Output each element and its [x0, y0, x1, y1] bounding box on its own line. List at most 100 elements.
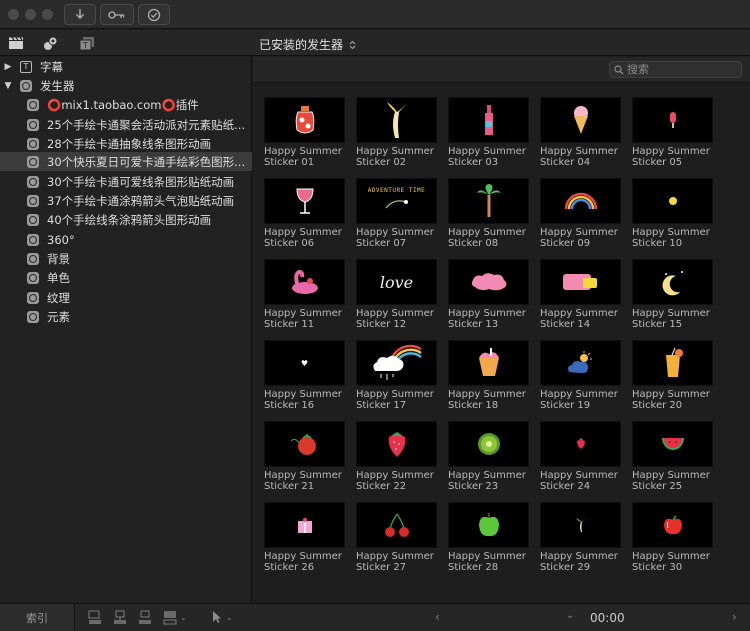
- sticker-tile-12[interactable]: love Happy Summer Sticker 12: [356, 259, 437, 332]
- sticker-tile-16[interactable]: ♥ Happy Summer Sticker 16: [264, 340, 345, 413]
- disclosure-down-icon[interactable]: ▼: [3, 81, 13, 91]
- bottom-bar: 索引 ⌄ ⌄ ‹ ⌄ 00:00 ›: [0, 603, 750, 631]
- titles-stack-icon: T: [79, 36, 94, 50]
- insert-clip-icon[interactable]: [113, 610, 127, 626]
- zoom-window-button[interactable]: [42, 9, 53, 20]
- import-button[interactable]: [64, 4, 96, 25]
- close-window-button[interactable]: [8, 9, 19, 20]
- minimize-window-button[interactable]: [25, 9, 36, 20]
- sticker-caption: Happy Summer Sticker 08: [448, 227, 526, 249]
- sticker-tile-14[interactable]: Happy Summer Sticker 14: [540, 259, 621, 332]
- sticker-tile-07[interactable]: ADVENTURE TIME Happy Summer Sticker 07: [356, 178, 437, 251]
- generator-icon: [27, 291, 39, 304]
- sticker-thumbnail: [356, 421, 437, 467]
- sticker-tile-02[interactable]: Happy Summer Sticker 02: [356, 97, 437, 170]
- sticker-tile-23[interactable]: Happy Summer Sticker 23: [448, 421, 529, 494]
- sticker-tile-20[interactable]: Happy Summer Sticker 20: [632, 340, 713, 413]
- chevron-down-icon[interactable]: ⌄: [180, 613, 187, 622]
- sticker-tile-13[interactable]: Happy Summer Sticker 13: [448, 259, 529, 332]
- sticker-tile-06[interactable]: Happy Summer Sticker 06: [264, 178, 345, 251]
- gift-box-icon: [297, 518, 312, 533]
- sticker-tile-11[interactable]: Happy Summer Sticker 11: [264, 259, 345, 332]
- sticker-caption: Happy Summer Sticker 27: [356, 551, 434, 573]
- sticker-thumbnail: [448, 97, 529, 143]
- sticker-thumbnail: [540, 259, 621, 305]
- search-input[interactable]: [627, 63, 737, 76]
- sticker-tile-05[interactable]: Happy Summer Sticker 05: [632, 97, 713, 170]
- titles-generators-button[interactable]: T: [78, 35, 96, 51]
- sticker-tile-22[interactable]: Happy Summer Sticker 22: [356, 421, 437, 494]
- sticker-thumbnail: [632, 259, 713, 305]
- sticker-tile-04[interactable]: Happy Summer Sticker 04: [540, 97, 621, 170]
- sidebar-item-textures[interactable]: 纹理: [0, 288, 252, 307]
- sticker-thumbnail: [264, 259, 345, 305]
- generator-browser: Happy SummerSticker 01 Happy SummerStick…: [253, 57, 750, 603]
- sidebar-item-plugin[interactable]: ⭕mix1.taobao.com⭕插件: [0, 95, 252, 114]
- sticker-tile-03[interactable]: Happy Summer Sticker 03: [448, 97, 529, 170]
- background-tasks-button[interactable]: [138, 4, 170, 25]
- sidebar-item-party-stickers[interactable]: 25个手绘卡通聚会活动派对元素贴纸...: [0, 115, 252, 134]
- sticker-tile-24[interactable]: Happy Summer Sticker 24: [540, 421, 621, 494]
- forward-chevron-icon[interactable]: ›: [732, 610, 737, 624]
- sticker-tile-10[interactable]: Happy Summer Sticker 10: [632, 178, 713, 251]
- overwrite-clip-icon[interactable]: [163, 610, 177, 626]
- sticker-thumbnail: [540, 97, 621, 143]
- search-field[interactable]: [609, 61, 742, 78]
- sticker-tile-27[interactable]: Happy Summer Sticker 27: [356, 502, 437, 575]
- index-button[interactable]: 索引: [0, 604, 75, 631]
- heart-icon: ♥: [300, 358, 309, 368]
- generator-icon: [27, 155, 39, 168]
- sticker-caption: Happy Summer Sticker 16: [264, 389, 342, 411]
- sticker-tile-08[interactable]: Happy Summer Sticker 08: [448, 178, 529, 251]
- library-title[interactable]: 已安装的发生器: [259, 36, 356, 53]
- sidebar-item-elements[interactable]: 元素: [0, 307, 252, 326]
- sticker-tile-30[interactable]: Happy Summer Sticker 30: [632, 502, 713, 575]
- generator-icon: [20, 79, 32, 92]
- generator-icon: [27, 118, 39, 131]
- sticker-thumbnail: ADVENTURE TIME: [356, 178, 437, 224]
- kiwi-icon: [477, 433, 500, 455]
- sticker-tile-18[interactable]: Happy Summer Sticker 18: [448, 340, 529, 413]
- sidebar-item-happy-summer[interactable]: 30个快乐夏日可爱卡通手绘彩色图形...: [0, 152, 252, 171]
- sticker-tile-25[interactable]: Happy Summer Sticker 25: [632, 421, 713, 494]
- sidebar-item-doodle-arrows[interactable]: 40个手绘线条涂鸦箭头图形动画: [0, 210, 252, 229]
- tool-menu-chevron-icon[interactable]: ⌄: [226, 613, 233, 622]
- connect-clip-icon[interactable]: [88, 610, 102, 626]
- bottle-icon: [484, 105, 493, 135]
- sticker-caption: Happy Summer Sticker 24: [540, 470, 618, 492]
- sidebar-item-solids[interactable]: 单色: [0, 268, 252, 287]
- sticker-thumbnail: [632, 97, 713, 143]
- photos-audio-button[interactable]: [42, 35, 60, 51]
- sticker-thumbnail: [356, 502, 437, 548]
- sticker-tile-01[interactable]: Happy Summer Sticker 01: [264, 97, 345, 170]
- sidebar-item-cute-lines[interactable]: 30个手绘卡通可爱线条图形贴纸动画: [0, 172, 252, 191]
- sticker-tile-21[interactable]: Happy Summer Sticker 21: [264, 421, 345, 494]
- sidebar-item-backgrounds[interactable]: 背景: [0, 249, 252, 268]
- sidebar-item-abstract-lines[interactable]: 28个手绘卡通抽象线条图形动画: [0, 134, 252, 153]
- ice-cream-icon: [573, 106, 588, 134]
- sticker-tile-28[interactable]: Happy Summer Sticker 28: [448, 502, 529, 575]
- sticker-tile-09[interactable]: Happy Summer Sticker 09: [540, 178, 621, 251]
- sticker-thumbnail: [540, 421, 621, 467]
- timecode-menu-chevron-icon[interactable]: ⌄: [566, 610, 574, 621]
- select-tool-icon[interactable]: [212, 610, 222, 624]
- libraries-button[interactable]: [7, 35, 25, 51]
- sticker-tile-19[interactable]: Happy Summer Sticker 19: [540, 340, 621, 413]
- keyword-button[interactable]: [100, 4, 134, 25]
- sidebar-item-generators[interactable]: ▼ 发生器: [0, 76, 252, 95]
- sticker-tile-15[interactable]: Happy Summer Sticker 15: [632, 259, 713, 332]
- sidebar-item-titles[interactable]: ▶ T 字幕: [0, 57, 252, 76]
- sticker-tile-17[interactable]: Happy Summer Sticker 17: [356, 340, 437, 413]
- append-clip-icon[interactable]: [138, 610, 152, 626]
- sidebar-item-360[interactable]: 360°: [0, 230, 252, 249]
- sticker-caption: Happy Summer Sticker 22: [356, 470, 434, 492]
- disclosure-right-icon[interactable]: ▶: [3, 62, 13, 72]
- sticker-tile-26[interactable]: Happy Summer Sticker 26: [264, 502, 345, 575]
- sidebar-item-doodle-bubbles[interactable]: 37个手绘卡通涂鸦箭头气泡贴纸动画: [0, 191, 252, 210]
- title-bar: [0, 0, 750, 29]
- sticker-tile-29[interactable]: Happy Summer Sticker 29: [540, 502, 621, 575]
- sticker-caption: Happy Summer Sticker 21: [264, 470, 342, 492]
- sticker-caption: Happy Summer Sticker 17: [356, 389, 434, 411]
- sticker-caption: Happy Summer Sticker 06: [264, 227, 342, 249]
- back-chevron-icon[interactable]: ‹: [435, 610, 440, 624]
